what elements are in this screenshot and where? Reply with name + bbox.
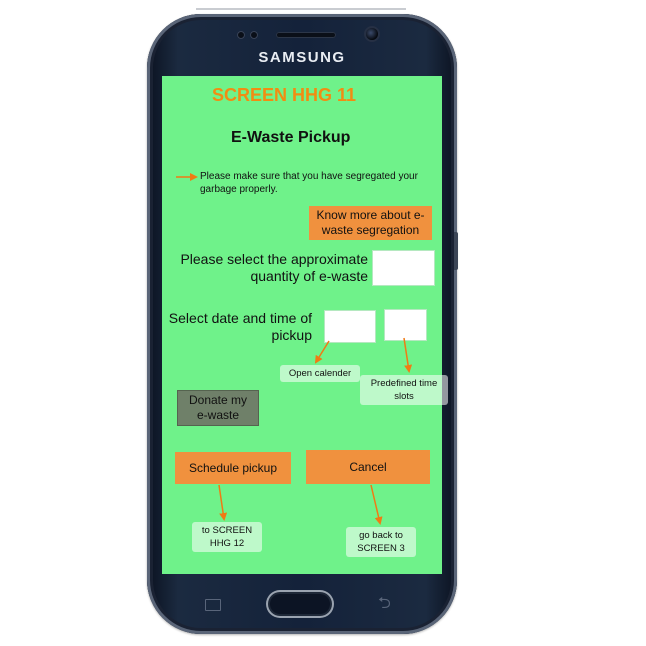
time-slot-field[interactable]: [384, 309, 427, 341]
page-heading: E-Waste Pickup: [231, 129, 351, 146]
quantity-label: Please select the approximate quantity o…: [180, 251, 368, 284]
date-picker-field[interactable]: [324, 310, 376, 343]
annotation-to-screen: to SCREEN HHG 12: [192, 522, 262, 552]
segregation-notice: Please make sure that you have segregate…: [200, 171, 418, 195]
annotation-go-back: go back to SCREEN 3: [346, 527, 416, 557]
sensor-dot-icon: [250, 31, 258, 39]
cancel-button[interactable]: Cancel: [306, 450, 430, 484]
volume-button: [454, 232, 458, 270]
sensor-dot-icon: [237, 31, 245, 39]
know-more-button[interactable]: Know more about e-waste segregation: [309, 206, 432, 240]
recent-apps-icon[interactable]: [205, 599, 221, 611]
brand-logo: SAMSUNG: [258, 49, 346, 66]
page-top-border: [196, 0, 406, 10]
front-camera-icon: [366, 28, 378, 40]
schedule-pickup-button[interactable]: Schedule pickup: [175, 452, 291, 484]
speaker-grille-icon: [276, 32, 336, 38]
date-time-label: Select date and time of pickup: [168, 310, 312, 343]
donate-button[interactable]: Donate my e-waste: [177, 390, 259, 426]
screen-title: SCREEN HHG 11: [212, 85, 357, 105]
back-icon[interactable]: ⮌: [378, 594, 391, 614]
annotation-open-calendar: Open calender: [280, 365, 360, 382]
annotation-time-slots: Predefined time slots: [360, 375, 448, 405]
home-button-icon[interactable]: [266, 590, 334, 618]
quantity-input[interactable]: [372, 250, 435, 286]
